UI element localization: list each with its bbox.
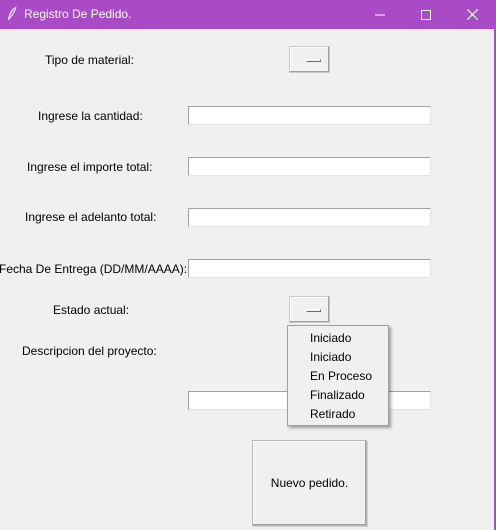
window-title: Registro De Pedido. [24,7,132,21]
menu-item-iniciado[interactable]: Iniciado [310,331,351,345]
importe-label: Ingrese el importe total: [27,160,153,174]
close-icon [466,9,478,20]
cantidad-field[interactable] [188,106,431,125]
option-indicator-icon [306,59,321,62]
window-border [0,29,496,530]
nuevo-pedido-button[interactable]: Nuevo pedido. [252,440,367,526]
maximize-icon [421,9,431,20]
cantidad-label: Ingrese la cantidad: [38,109,143,123]
option-indicator-icon [306,309,321,312]
menu-item-finalizado[interactable]: Finalizado [310,388,365,402]
fecha-field[interactable] [188,259,431,278]
fecha-label: Fecha De Entrega (DD/MM/AAAA): [0,262,188,276]
maximize-button[interactable] [403,0,449,29]
menu-item-en-proceso[interactable]: En Proceso [310,369,372,383]
feather-icon [6,6,18,22]
estado-menubutton[interactable] [289,296,330,323]
menu-item-iniciado[interactable]: Iniciado [310,350,351,364]
estado-dropdown-menu: Iniciado Iniciado En Proceso Finalizado … [287,325,389,426]
tipo-material-label: Tipo de material: [45,53,134,67]
minimize-icon [375,10,385,20]
minimize-button[interactable] [357,0,403,29]
adelanto-label: Ingrese el adelanto total: [25,210,157,224]
adelanto-field[interactable] [188,208,431,227]
close-button[interactable] [449,0,495,29]
title-bar: Registro De Pedido. [0,0,496,29]
importe-field[interactable] [188,157,431,176]
menu-item-retirado[interactable]: Retirado [310,407,355,421]
tipo-material-menubutton[interactable] [289,46,330,73]
estado-label: Estado actual: [53,303,130,317]
descripcion-label: Descripcion del proyecto: [22,344,157,358]
